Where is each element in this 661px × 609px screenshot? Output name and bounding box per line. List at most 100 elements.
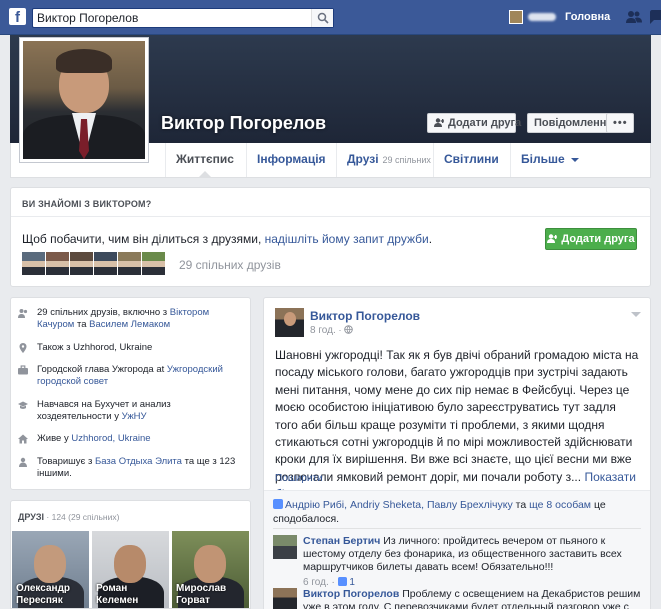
intro-link[interactable]: Василем Лемаком (89, 319, 170, 330)
likes-others-link[interactable]: ще 8 особам (529, 499, 591, 511)
friends-count: · 124 (29 спільних) (44, 512, 120, 522)
do-you-know-card: ВИ ЗНАЙОМІ З ВИКТОРОМ? Щоб побачити, чим… (10, 187, 651, 287)
intro-text: 29 спільних друзів, включно з (37, 307, 170, 318)
friend-tile[interactable]: Олександр Переспяк (12, 531, 89, 608)
friend-tile[interactable]: Мирослав Горват (172, 531, 249, 608)
search-input[interactable] (37, 10, 307, 26)
likes-summary: Андрію Рибі, Andriy Sheketa, Павлу Брехл… (273, 498, 639, 526)
location-icon (18, 343, 28, 353)
add-friend-primary-button[interactable]: Додати друга (545, 228, 637, 250)
divider (11, 216, 650, 217)
chevron-down-icon (570, 157, 579, 162)
friends-card: ДРУЗІ · 124 (29 спільних) Олександр Перес… (10, 500, 251, 609)
friend-tile[interactable]: Роман Келемен (92, 531, 169, 608)
mutual-friends-count[interactable]: 29 спільних друзів (179, 258, 281, 272)
comment-like-count[interactable]: 1 (349, 577, 355, 588)
mutual-friend-thumbnail[interactable] (142, 252, 165, 275)
friend-name: Роман Келемен (96, 583, 139, 606)
post-options-chevron-icon[interactable] (631, 312, 641, 317)
intro-link[interactable]: База Отдыха Элита (95, 456, 182, 467)
search-box (32, 8, 334, 28)
mutual-friend-thumbnail[interactable] (22, 252, 45, 275)
intro-link[interactable]: УжНУ (122, 411, 147, 422)
post-text: Шановні ужгородці! Так як я був двічі об… (275, 348, 639, 484)
friend-request-prompt: Щоб побачити, чим він ділиться з друзями… (22, 232, 432, 246)
intro-row-text: Городской глава Ужгорода at Ужгородский … (37, 364, 242, 388)
send-friend-request-link[interactable]: надішліть йому запит дружби (265, 232, 429, 246)
messages-icon[interactable] (650, 10, 661, 24)
intro-text: Навчався на Бухучет и анализ хоздеятельн… (37, 399, 171, 422)
page-gutter (651, 35, 661, 143)
intro-row: Живе у Uzhhorod, Ukraine (18, 433, 242, 445)
mutual-friend-thumbnail[interactable] (46, 252, 69, 275)
mutual-friend-thumbnail[interactable] (118, 252, 141, 275)
comment: Виктор Погорелов Проблему с освещением н… (273, 588, 641, 609)
add-friend-button[interactable]: Додати друга (427, 113, 521, 133)
share-link[interactable]: Поширити (275, 473, 323, 484)
prompt-text-end: . (428, 232, 433, 246)
search-button[interactable] (311, 9, 333, 27)
friend-requests-icon[interactable] (626, 10, 642, 24)
message-button[interactable]: Повідомлення (527, 113, 613, 133)
mutual-friend-thumbnail[interactable] (94, 252, 117, 275)
friends-card-title[interactable]: ДРУЗІ · 124 (29 спільних) (18, 512, 119, 522)
graduation-icon (18, 400, 28, 410)
add-friend-icon (434, 118, 445, 127)
commenter-name[interactable]: Степан Бертич (303, 535, 380, 547)
intro-link[interactable]: Uzhhorod, Ukraine (71, 433, 150, 444)
likers-names[interactable]: Андрію Рибі, Andriy Sheketa, Павлу Брехл… (285, 499, 513, 511)
tab-photos[interactable]: Світлини (433, 143, 509, 177)
tab-friends-label: Друзі (347, 152, 379, 166)
mutual-friend-thumbnail[interactable] (70, 252, 93, 275)
school-icon (18, 457, 28, 467)
like-icon (337, 577, 347, 586)
briefcase-icon (18, 365, 28, 375)
profile-name[interactable]: Виктор Погорелов (161, 113, 326, 134)
user-name-redacted[interactable] (528, 13, 556, 21)
intro-row: Також з Uzhhorod, Ukraine (18, 342, 242, 354)
tab-friends-count: 29 спільних (382, 155, 431, 165)
intro-row: 29 спільних друзів, включно з Віктором К… (18, 307, 242, 331)
post-author-name[interactable]: Виктор Погорелов (310, 309, 420, 323)
tab-more-label: Більше (521, 152, 565, 166)
top-navigation-bar: f Головна (0, 0, 661, 35)
intro-row-text: Навчався на Бухучет и анализ хоздеятельн… (37, 399, 242, 423)
add-friend-icon (547, 234, 559, 243)
post-timestamp[interactable]: 8 год. · (310, 325, 354, 336)
timeline-post: Виктор Погорелов 8 год. · Шановні ужгоро… (263, 297, 651, 609)
tab-timeline[interactable]: Життєпис (165, 143, 244, 177)
intro-row-text: Товаришує з База Отдыха Элита та ще з 12… (37, 456, 242, 480)
globe-icon: · (338, 325, 342, 335)
intro-row: Товаришує з База Отдыха Элита та ще з 12… (18, 456, 242, 480)
do-you-know-title: ВИ ЗНАЙОМІ З ВИКТОРОМ? (22, 199, 152, 209)
more-options-button[interactable]: ••• (606, 113, 634, 133)
post-time-text: 8 год. (310, 325, 336, 336)
intro-card: 29 спільних друзів, включно з Віктором К… (10, 297, 251, 490)
commenter-avatar[interactable] (273, 535, 297, 559)
page-gutter (651, 187, 661, 287)
intro-row: Городской глава Ужгорода at Ужгородский … (18, 364, 242, 388)
friends-title-text: ДРУЗІ (18, 512, 45, 522)
tab-about-label: Інформація (257, 152, 326, 166)
like-icon (273, 499, 283, 509)
intro-text: Також з Uzhhorod, Ukraine (37, 342, 153, 353)
tab-friends[interactable]: Друзі 29 спільних (336, 143, 441, 177)
profile-picture[interactable] (19, 37, 149, 163)
likes-and: та (512, 499, 530, 511)
commenter-name[interactable]: Виктор Погорелов (303, 588, 399, 600)
post-author-avatar[interactable] (275, 308, 304, 337)
intro-text: Городской глава Ужгорода at (37, 364, 167, 375)
home-link[interactable]: Головна (565, 11, 610, 23)
intro-row-text: 29 спільних друзів, включно з Віктором К… (37, 307, 242, 331)
intro-text: та (74, 319, 90, 330)
facebook-logo-icon[interactable]: f (9, 8, 26, 25)
divider (273, 528, 641, 529)
comment-time[interactable]: 6 год. (303, 577, 329, 588)
commenter-avatar[interactable] (273, 588, 297, 609)
tab-more[interactable]: Більше (510, 143, 589, 177)
intro-text: Живе у (37, 433, 72, 444)
user-avatar[interactable] (509, 10, 523, 24)
tab-about[interactable]: Інформація (246, 143, 336, 177)
page-gutter (651, 143, 661, 178)
post-body: Шановні ужгородці! Так як я був двічі об… (275, 347, 641, 504)
